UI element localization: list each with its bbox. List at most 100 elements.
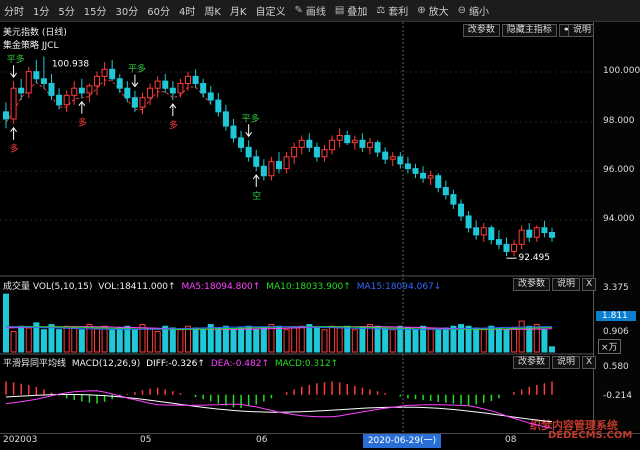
candle-body bbox=[10, 87, 17, 120]
volume-bar bbox=[435, 329, 442, 353]
candle-body bbox=[260, 165, 267, 177]
candle-body bbox=[192, 75, 199, 84]
candle-body bbox=[230, 125, 237, 139]
candle-body bbox=[109, 68, 116, 80]
volume-bar bbox=[131, 329, 138, 353]
signal-label: 平多 bbox=[128, 63, 146, 75]
candle-body bbox=[207, 92, 214, 101]
candle-body bbox=[78, 87, 85, 94]
volume-bar bbox=[40, 329, 47, 353]
volume-bar bbox=[488, 325, 495, 353]
candle-body bbox=[541, 227, 548, 234]
candle-body bbox=[435, 175, 442, 189]
candle-body bbox=[442, 187, 449, 196]
candle-body bbox=[101, 68, 108, 77]
volume-bar bbox=[298, 325, 305, 353]
candle-body bbox=[177, 82, 184, 94]
high-price-label: 100.938 bbox=[52, 60, 89, 70]
candle-body bbox=[283, 156, 290, 170]
signal-label: 平多 bbox=[7, 53, 25, 65]
volume-bar bbox=[480, 329, 487, 353]
volume-bar bbox=[442, 327, 449, 353]
macd-diff-line bbox=[5, 394, 553, 423]
candle-body bbox=[404, 163, 411, 170]
volume-bar bbox=[169, 327, 176, 353]
candle-body bbox=[25, 71, 32, 94]
volume-bar bbox=[56, 329, 63, 353]
candle-body bbox=[382, 151, 389, 160]
signal-label: 多 bbox=[169, 119, 178, 131]
volume-bar bbox=[344, 325, 351, 353]
candle-body bbox=[169, 87, 176, 94]
volume-bar bbox=[185, 325, 191, 353]
low-price-label: 92.495 bbox=[519, 253, 551, 263]
candle-body bbox=[200, 82, 207, 94]
candle-body bbox=[154, 80, 161, 89]
volume-bar bbox=[200, 329, 207, 353]
volume-bar bbox=[215, 327, 222, 353]
candle-body bbox=[291, 146, 298, 158]
candle-body bbox=[48, 82, 55, 96]
candle-body bbox=[533, 227, 540, 238]
candle-body bbox=[313, 146, 320, 158]
candle-body bbox=[420, 172, 427, 179]
volume-bar bbox=[526, 325, 533, 353]
volume-bar bbox=[238, 327, 245, 353]
volume-bar bbox=[291, 327, 298, 353]
volume-bar bbox=[192, 327, 199, 353]
candle-body bbox=[185, 75, 191, 84]
candle-body bbox=[306, 139, 313, 148]
candle-body bbox=[488, 227, 495, 241]
candle-body bbox=[139, 97, 146, 108]
candle-body bbox=[245, 146, 252, 158]
volume-bar bbox=[359, 327, 366, 353]
volume-bar bbox=[78, 329, 85, 353]
volume-bar bbox=[154, 330, 161, 353]
signal-label: 平多 bbox=[242, 112, 260, 124]
chart-canvas: 100.93892.495平多平多平多多多 多空 bbox=[0, 22, 593, 433]
candle-body bbox=[412, 168, 419, 174]
volume-bar bbox=[329, 325, 336, 353]
volume-bar bbox=[147, 327, 154, 353]
volume-bar bbox=[222, 325, 229, 353]
volume-bar bbox=[397, 325, 404, 353]
volume-bar bbox=[109, 329, 116, 353]
candle-body bbox=[336, 135, 343, 141]
candle-body bbox=[397, 156, 404, 165]
volume-bar bbox=[404, 327, 411, 353]
volume-bar bbox=[162, 325, 169, 353]
candle-body bbox=[329, 139, 336, 151]
candle-body bbox=[131, 97, 138, 108]
volume-bar bbox=[18, 325, 25, 353]
volume-bar bbox=[465, 325, 472, 353]
volume-bar bbox=[473, 327, 480, 353]
candle-body bbox=[359, 139, 366, 148]
volume-bar bbox=[420, 325, 427, 353]
candle-body bbox=[215, 99, 222, 113]
candle-body bbox=[298, 139, 305, 148]
volume-bar bbox=[230, 329, 237, 353]
candle-body bbox=[351, 139, 358, 144]
candle-body bbox=[465, 215, 472, 229]
volume-bar bbox=[283, 329, 290, 353]
volume-bar bbox=[511, 327, 518, 353]
candle-body bbox=[253, 156, 260, 167]
volume-bar bbox=[101, 325, 108, 353]
candle-body bbox=[238, 137, 245, 148]
candle-body bbox=[503, 243, 510, 252]
candle-body bbox=[321, 149, 328, 158]
candle-body bbox=[94, 75, 100, 87]
volume-bar bbox=[503, 329, 510, 353]
candle-body bbox=[124, 87, 131, 99]
candle-body bbox=[511, 243, 518, 252]
candle-body bbox=[367, 142, 373, 148]
volume-bar bbox=[412, 329, 419, 353]
volume-bar bbox=[260, 327, 267, 353]
candle-body bbox=[222, 111, 229, 127]
volume-bar bbox=[25, 327, 32, 353]
candle-body bbox=[116, 78, 123, 89]
volume-bar bbox=[541, 329, 548, 353]
volume-bar bbox=[427, 327, 434, 353]
volume-bar bbox=[382, 327, 389, 353]
macd-dea-line bbox=[5, 390, 553, 429]
